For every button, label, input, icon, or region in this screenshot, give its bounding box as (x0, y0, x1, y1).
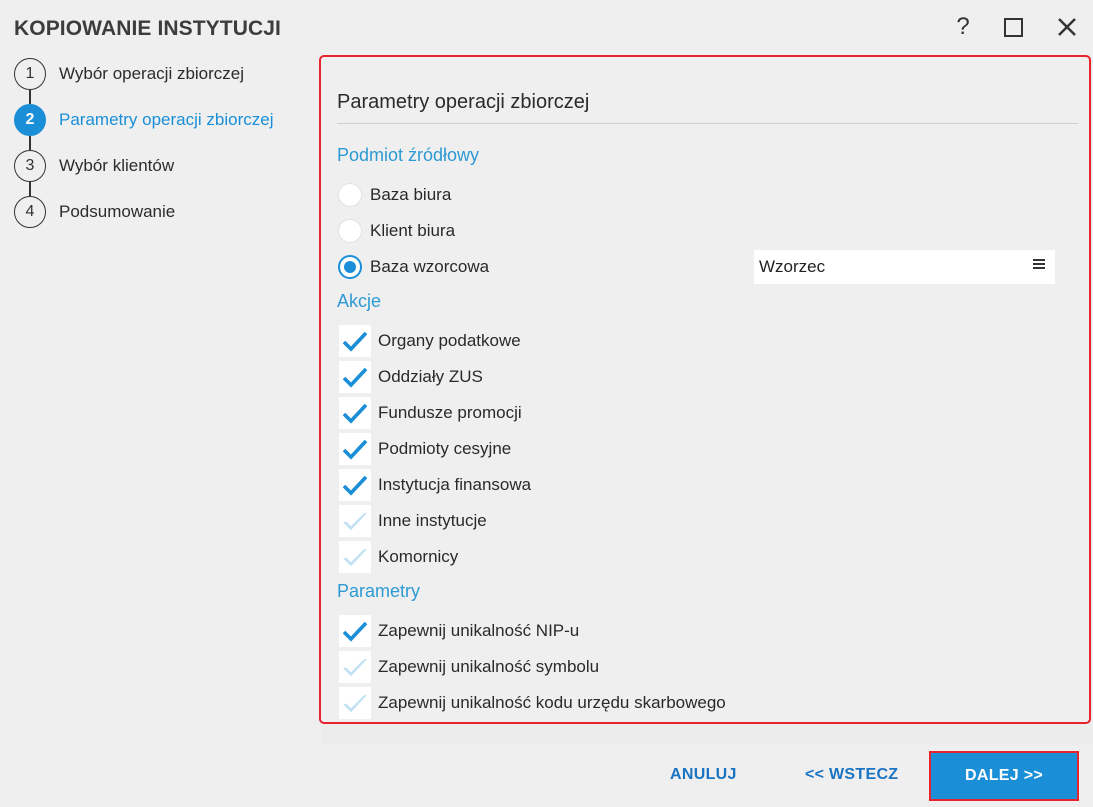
step-number: 1 (14, 58, 46, 90)
section-parameters: Parametry (337, 581, 421, 601)
checkbox-label: Organy podatkowe (378, 331, 521, 350)
checkmark-icon (342, 546, 368, 568)
step-label: Wybór klientów (59, 156, 175, 175)
close-button[interactable] (1050, 10, 1084, 44)
checkbox-row[interactable]: Zapewnij unikalność kodu urzędu skarbowe… (339, 687, 726, 719)
step-number: 3 (14, 150, 46, 182)
step-connector (29, 136, 31, 150)
checkmark-icon (342, 330, 368, 352)
step-connector (29, 182, 31, 196)
close-icon (1058, 18, 1076, 36)
checkmark-icon (342, 366, 368, 388)
step-label: Podsumowanie (59, 202, 176, 221)
step-2[interactable]: 2 Parametry operacji zbiorczej (14, 104, 273, 136)
checkbox[interactable] (339, 687, 371, 719)
checkmark-icon (342, 510, 368, 532)
step-label: Parametry operacji zbiorczej (59, 110, 274, 129)
checkbox-label: Instytucja finansowa (378, 475, 532, 494)
step-number: 4 (14, 196, 46, 228)
checkbox[interactable] (339, 433, 371, 465)
radio-button[interactable] (338, 219, 362, 243)
radio-button[interactable] (338, 183, 362, 207)
step-connector (29, 90, 31, 104)
maximize-icon (1003, 17, 1023, 37)
step-label: Wybór operacji zbiorczej (59, 64, 245, 83)
checkmark-icon (342, 402, 368, 424)
checkbox[interactable] (339, 615, 371, 647)
help-button[interactable]: ? (946, 10, 980, 44)
checkbox-row[interactable]: Inne instytucje (339, 505, 487, 537)
checkbox-label: Inne instytucje (378, 511, 487, 530)
radio-label: Baza wzorcowa (370, 257, 490, 276)
checkbox-row[interactable]: Oddziały ZUS (339, 361, 483, 393)
maximize-button[interactable] (996, 10, 1030, 44)
step-number: 2 (14, 104, 46, 136)
checkbox-row[interactable]: Organy podatkowe (339, 325, 521, 357)
next-button-label: DALEJ >> (965, 767, 1043, 784)
checkmark-icon (342, 474, 368, 496)
radio-klient-biura[interactable]: Klient biura (338, 217, 455, 245)
checkbox-label: Podmioty cesyjne (378, 439, 512, 458)
checkbox-row[interactable]: Komornicy (339, 541, 458, 573)
checkbox-row[interactable]: Zapewnij unikalność NIP-u (339, 615, 579, 647)
checkbox[interactable] (339, 541, 371, 573)
checkbox-label: Zapewnij unikalność symbolu (378, 657, 600, 676)
checkbox-label: Oddziały ZUS (378, 367, 483, 386)
checkmark-icon (342, 620, 368, 642)
checkbox-label: Zapewnij unikalność kodu urzędu skarbowe… (378, 693, 726, 712)
step-1[interactable]: 1 Wybór operacji zbiorczej (14, 58, 244, 90)
template-select[interactable]: Wzorzec (754, 250, 1055, 284)
checkbox[interactable] (339, 325, 371, 357)
checkmark-icon (342, 656, 368, 678)
radio-label: Klient biura (370, 221, 456, 240)
checkbox-row[interactable]: Podmioty cesyjne (339, 433, 511, 465)
parameters-panel: Parametry operacji zbiorczej Podmiot źró… (319, 55, 1091, 724)
checkbox-label: Komornicy (378, 547, 459, 566)
radio-baza-wzorcowa[interactable]: Baza wzorcowa (338, 253, 489, 281)
cancel-button[interactable]: ANULUJ (670, 766, 737, 784)
checkbox[interactable] (339, 397, 371, 429)
window-title: KOPIOWANIE INSTYTUCJI (14, 17, 281, 40)
radio-baza-biura[interactable]: Baza biura (338, 181, 451, 209)
checkbox[interactable] (339, 361, 371, 393)
panel-title: Parametry operacji zbiorczej (337, 91, 590, 113)
checkmark-icon (342, 692, 368, 714)
select-value: Wzorzec (759, 257, 826, 276)
back-button[interactable]: << WSTECZ (805, 766, 898, 784)
checkmark-icon (342, 438, 368, 460)
checkbox-label: Zapewnij unikalność NIP-u (378, 621, 580, 640)
radio-label: Baza biura (370, 185, 452, 204)
checkbox[interactable] (339, 469, 371, 501)
checkbox-row[interactable]: Zapewnij unikalność symbolu (339, 651, 599, 683)
radio-button[interactable] (338, 255, 362, 279)
help-icon: ? (956, 13, 970, 40)
panel-divider (337, 123, 1078, 124)
step-4[interactable]: 4 Podsumowanie (14, 196, 175, 228)
checkbox-label: Fundusze promocji (378, 403, 522, 422)
next-button[interactable]: DALEJ >> (929, 751, 1079, 801)
checkbox[interactable] (339, 651, 371, 683)
menu-icon[interactable] (1033, 258, 1045, 270)
checkbox[interactable] (339, 505, 371, 537)
section-source: Podmiot źródłowy (337, 145, 480, 165)
checkbox-row[interactable]: Instytucja finansowa (339, 469, 531, 501)
checkbox-row[interactable]: Fundusze promocji (339, 397, 522, 429)
step-3[interactable]: 3 Wybór klientów (14, 150, 174, 182)
section-actions: Akcje (337, 291, 382, 311)
